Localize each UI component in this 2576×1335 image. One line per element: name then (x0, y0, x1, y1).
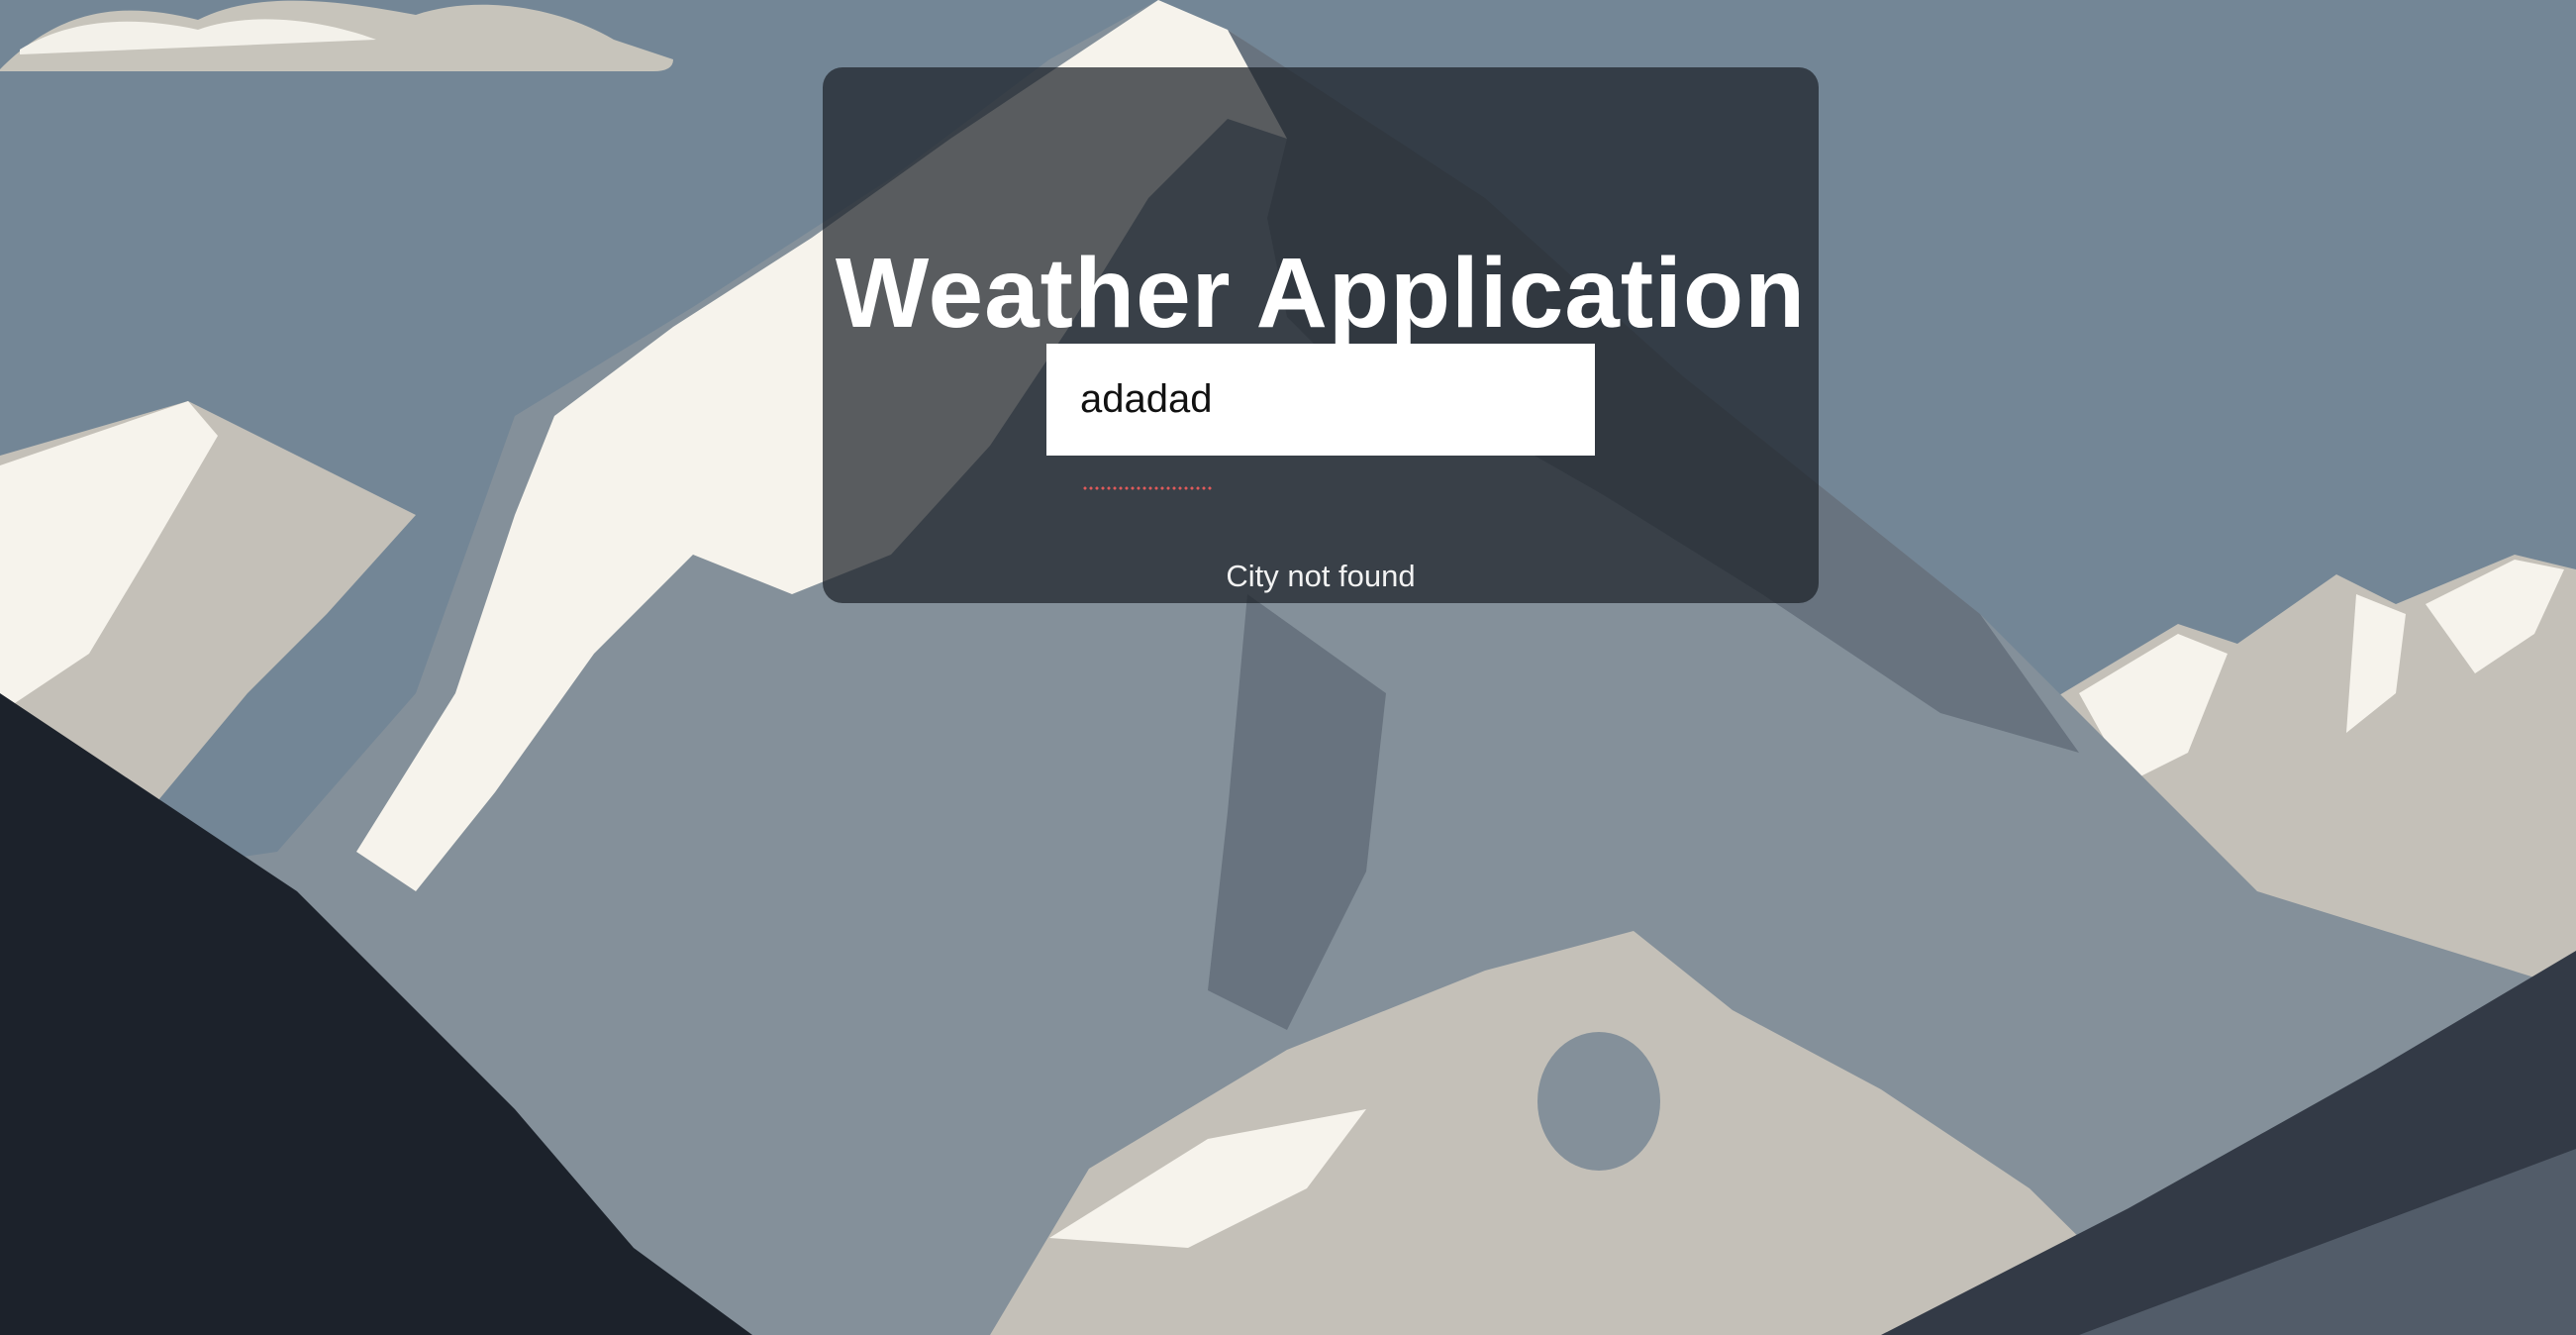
app-title: Weather Application (835, 238, 1807, 349)
city-search-input[interactable] (1046, 344, 1595, 456)
weather-card: Weather Application City not found (823, 67, 1819, 603)
weather-app-page: Weather Application City not found (0, 0, 2576, 1335)
spellcheck-underline (1082, 486, 1213, 490)
status-message: City not found (1226, 559, 1416, 593)
